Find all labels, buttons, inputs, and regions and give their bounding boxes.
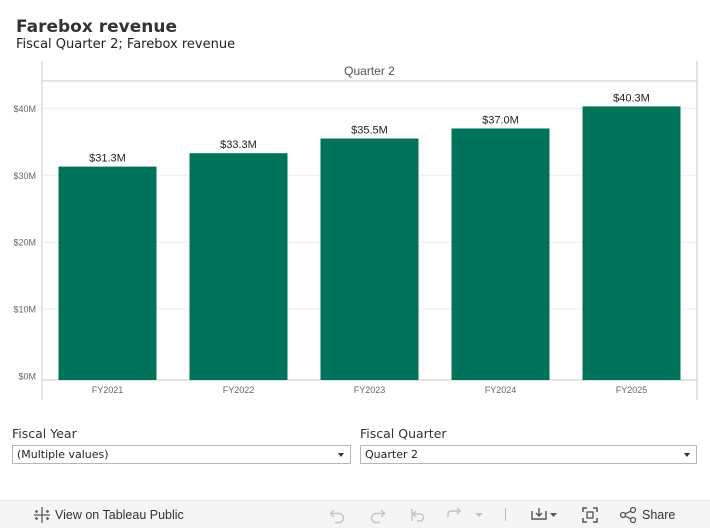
fiscal-year-filter: Fiscal Year (Multiple values)	[12, 426, 351, 464]
data-label: $40.3M	[613, 92, 650, 104]
fiscal-year-value: (Multiple values)	[17, 448, 109, 461]
y-tick-label: $30M	[13, 171, 36, 181]
refresh-icon	[447, 506, 462, 517]
bar[interactable]	[320, 138, 419, 380]
fullscreen-button[interactable]	[581, 501, 599, 528]
revert-icon	[411, 508, 425, 522]
undo-button[interactable]	[328, 501, 346, 528]
revert-button[interactable]	[409, 501, 427, 528]
chevron-down-icon	[475, 512, 483, 517]
x-tick-label: FY2025	[616, 385, 648, 395]
refresh-button[interactable]	[445, 501, 465, 528]
data-label: $31.3M	[89, 153, 126, 165]
y-axis: $0M $10M $20M $30M $40M	[13, 104, 36, 382]
fiscal-quarter-filter: Fiscal Quarter Quarter 2	[360, 426, 697, 464]
view-on-tableau-public-label: View on Tableau Public	[55, 507, 184, 522]
redo-button[interactable]	[369, 501, 387, 528]
fiscal-quarter-value: Quarter 2	[365, 448, 418, 461]
bar-chart: Quarter 2 $0M $10M $20M $30M $40M $31.3M $33.…	[13, 61, 698, 400]
toolbar-divider	[505, 508, 506, 521]
y-tick-label: $40M	[13, 104, 36, 114]
x-tick-label: FY2023	[354, 385, 386, 395]
fiscal-quarter-label: Fiscal Quarter	[360, 426, 447, 441]
data-label: $37.0M	[482, 114, 519, 126]
y-tick-label: $20M	[13, 238, 36, 248]
y-tick-label: $0M	[18, 372, 36, 382]
fullscreen-icon	[582, 506, 598, 523]
share-icon	[619, 506, 637, 523]
fiscal-quarter-dropdown[interactable]: Quarter 2	[360, 445, 697, 464]
data-label: $33.3M	[220, 139, 257, 151]
data-label: $35.5M	[351, 125, 388, 137]
x-tick-label: FY2022	[223, 385, 255, 395]
share-label: Share	[642, 507, 676, 522]
tableau-logo-icon	[34, 506, 50, 523]
redo-icon	[370, 508, 386, 523]
refresh-options-button[interactable]	[474, 501, 484, 528]
bars	[58, 106, 681, 380]
chevron-down-icon	[338, 453, 344, 457]
panel-header: Quarter 2	[344, 64, 395, 78]
y-tick-label: $10M	[13, 305, 36, 315]
x-tick-label: FY2021	[92, 385, 124, 395]
fiscal-year-dropdown[interactable]: (Multiple values)	[12, 445, 351, 464]
x-axis: FY2021 FY2022 FY2023 FY2024 FY2025	[92, 385, 648, 395]
bar[interactable]	[582, 106, 681, 380]
download-button[interactable]	[530, 501, 558, 528]
undo-icon	[329, 508, 345, 523]
share-button[interactable]: Share	[619, 501, 675, 528]
bar[interactable]	[189, 153, 288, 380]
toolbar: View on Tableau Public Share	[0, 500, 710, 528]
download-icon	[531, 507, 557, 520]
view-on-tableau-public-link[interactable]: View on Tableau Public	[33, 501, 184, 528]
fiscal-year-label: Fiscal Year	[12, 426, 77, 441]
bar[interactable]	[58, 166, 157, 380]
chevron-down-icon	[684, 453, 690, 457]
bar[interactable]	[451, 128, 550, 380]
x-tick-label: FY2024	[485, 385, 517, 395]
